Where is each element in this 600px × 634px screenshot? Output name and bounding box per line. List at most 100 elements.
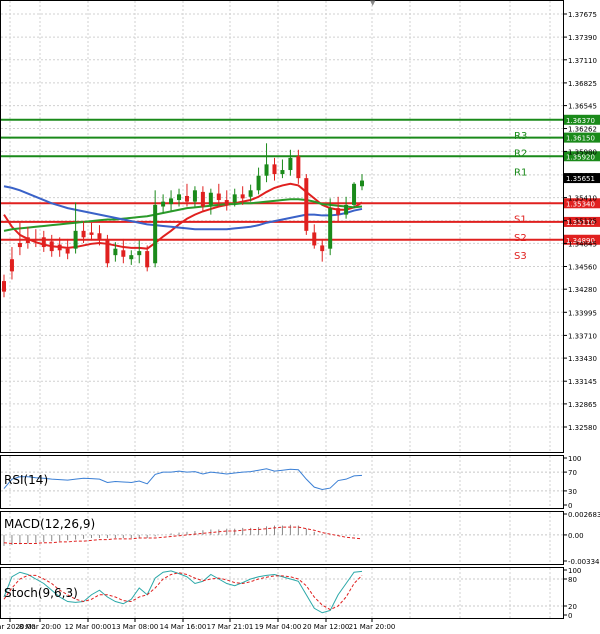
candle-body (336, 208, 341, 215)
pivot-tag-label: 1.36150 (566, 135, 595, 143)
y-tick-label: 1.33710 (568, 332, 597, 340)
rsi-tick-label: 0 (568, 502, 572, 510)
y-tick-label: 1.34845 (568, 240, 597, 248)
y-tick-label: 1.34280 (568, 286, 597, 294)
y-tick-label: 1.33430 (568, 355, 597, 363)
candle-body (145, 251, 150, 268)
y-tick-label: 1.32580 (568, 424, 597, 432)
candle-body (41, 237, 46, 248)
candle-body (200, 191, 205, 207)
x-tick-label: 12 Mar 00:00 (65, 623, 112, 631)
candle-body (121, 250, 126, 257)
candle-body (248, 190, 253, 197)
pivot-name-r2: R2 (514, 149, 527, 160)
candle-body (280, 170, 285, 175)
y-tick-label: 1.36545 (568, 103, 597, 111)
x-tick-label: 20 Mar 12:00 (303, 623, 350, 631)
candle-body (304, 178, 309, 231)
candle-body (216, 193, 221, 201)
candle-body (272, 164, 277, 175)
candle-body (264, 164, 269, 176)
rsi-panel-frame (0, 455, 564, 509)
stoch-tick-label: 100 (568, 567, 581, 575)
rsi-label: RSI(14) (4, 473, 48, 487)
rsi-tick-label: 70 (568, 469, 577, 477)
macd-label: MACD(12,26,9) (4, 517, 95, 531)
candle-body (344, 204, 349, 215)
candle-body (352, 183, 357, 205)
y-tick-label: 1.35980 (568, 148, 597, 156)
candle-body (81, 230, 86, 238)
y-tick-label: 1.37675 (568, 11, 597, 19)
pivot-name-r3: R3 (514, 131, 527, 142)
candle-body (296, 156, 301, 179)
y-tick-label: 1.34560 (568, 264, 597, 272)
macd-tick-label: -0.003346 (568, 558, 600, 566)
candle-body (161, 201, 166, 207)
candle-body (232, 194, 237, 203)
candle-body (360, 180, 364, 187)
candle-body (49, 241, 54, 252)
candle-body (288, 157, 293, 171)
y-tick-label: 1.36825 (568, 80, 597, 88)
y-tick-label: 1.32865 (568, 401, 597, 409)
candle-body (240, 194, 245, 199)
candle-body (89, 232, 94, 235)
x-tick-label: 19 Mar 04:00 (255, 623, 302, 631)
candle-body (312, 232, 317, 246)
scroll-marker-icon[interactable]: ▼ (370, 0, 376, 7)
candle-body (328, 208, 333, 249)
candle-body (208, 192, 213, 205)
macd-tick-label: 0.002683 (568, 511, 600, 519)
macd-tick-label: 0.00 (568, 532, 584, 540)
y-tick-label: 1.35410 (568, 195, 597, 203)
candle-body (25, 237, 30, 243)
stoch-tick-label: 0 (568, 612, 572, 620)
pivot-name-r1: R1 (514, 167, 527, 178)
candle-body (33, 238, 38, 241)
candle-body (65, 248, 70, 254)
x-tick-label: 21 Mar 20:00 (349, 623, 396, 631)
candle-body (113, 248, 118, 256)
candle-body (97, 233, 102, 239)
pivot-name-s1: S1 (514, 214, 527, 225)
rsi-tick-label: 100 (568, 455, 581, 463)
candle-body (169, 198, 174, 205)
y-tick-label: 1.36262 (568, 126, 597, 134)
candle-body (192, 190, 197, 202)
x-tick-label: 14 Mar 16:00 (160, 623, 207, 631)
y-tick-label: 1.33995 (568, 309, 597, 317)
candle-body (57, 244, 62, 251)
candle-body (137, 251, 142, 256)
stoch-tick-label: 80 (568, 576, 577, 584)
pivot-tag-label: 1.36370 (566, 117, 595, 125)
candle-body (73, 230, 78, 249)
candle-body (9, 259, 14, 272)
x-tick-label: 13 Mar 08:00 (112, 623, 159, 631)
y-tick-label: 1.37110 (568, 57, 597, 65)
rsi-tick-label: 30 (568, 488, 577, 496)
pivot-name-s2: S2 (514, 233, 527, 244)
stoch-panel-frame (0, 567, 564, 619)
x-tick-label: 17 Mar 21:01 (207, 623, 254, 631)
current-price-label: 1.35651 (566, 175, 595, 183)
indicator-panels (1, 468, 563, 614)
pivot-name-s3: S3 (514, 251, 527, 262)
candle-body (177, 194, 182, 201)
forex-chart: R31.36370R21.36150R11.35920S11.35340S21.… (0, 0, 600, 631)
stoch-label: Stoch(9,6,3) (4, 586, 78, 600)
candle-body (320, 245, 325, 252)
candle-body (129, 255, 134, 260)
candle-body (256, 175, 261, 191)
stoch-tick-label: 20 (568, 603, 577, 611)
candle-body (224, 200, 229, 205)
time-axis: 7 Mar 2020:008 Mar 20:0012 Mar 00:0013 M… (0, 618, 395, 631)
candle-body (153, 204, 158, 264)
y-tick-label: 1.33145 (568, 378, 597, 386)
x-tick-label: 8 Mar 20:00 (19, 623, 61, 631)
price-panel-frame (0, 0, 564, 453)
candle-body (17, 242, 22, 248)
y-tick-label: 1.37390 (568, 34, 597, 42)
candle-body (184, 195, 189, 202)
y-tick-label: 1.35125 (568, 218, 597, 226)
